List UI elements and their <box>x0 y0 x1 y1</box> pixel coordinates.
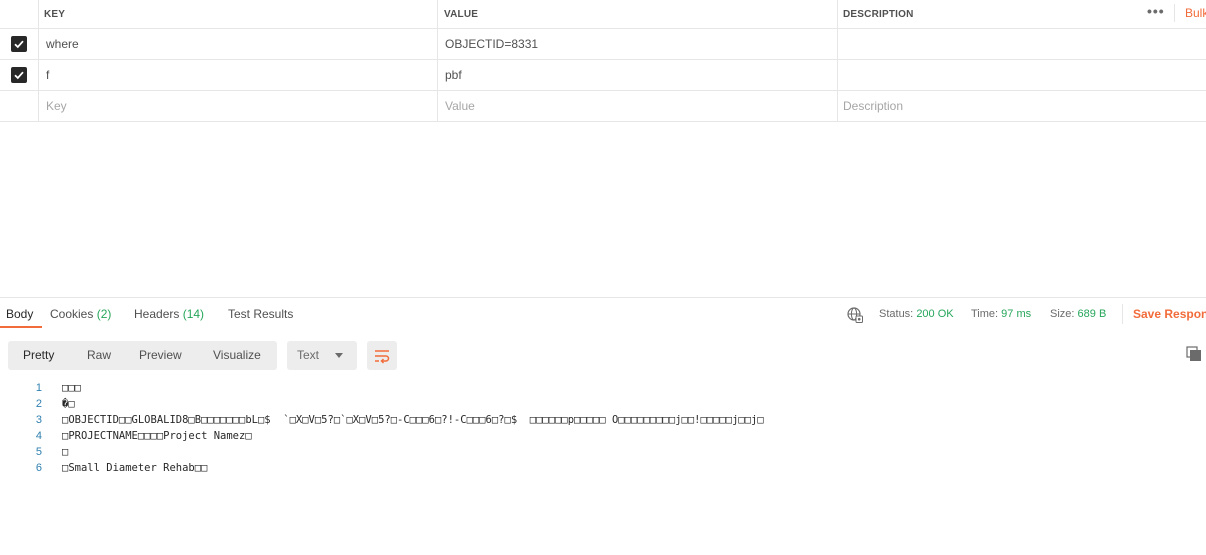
line-content: □PROJECTNAME□□□□Project Namez□ <box>62 430 252 442</box>
param-key-input[interactable]: f <box>39 60 438 90</box>
line-content: □Small Diameter Rehab□□ <box>62 462 208 474</box>
param-checkbox[interactable] <box>11 36 27 52</box>
param-checkbox[interactable] <box>11 67 27 83</box>
code-line: 5 □ <box>0 444 1206 460</box>
tab-test-results[interactable]: Test Results <box>228 307 293 321</box>
param-value-input[interactable]: pbf <box>438 60 838 90</box>
format-select[interactable]: Text <box>287 341 357 370</box>
code-line: 3 □OBJECTID□□GLOBALID8□B□□□□□□□bL□$ `□X□… <box>0 412 1206 428</box>
line-content: □□□ <box>62 382 81 394</box>
header-value: VALUE <box>438 0 838 28</box>
line-content: □ <box>62 446 69 458</box>
time-value[interactable]: 97 ms <box>1001 308 1031 320</box>
mode-preview[interactable]: Preview <box>139 348 182 362</box>
header-key: KEY <box>39 0 438 28</box>
param-key-input[interactable]: where <box>39 29 438 59</box>
line-number: 2 <box>35 398 42 410</box>
time-readout: Time: 97 ms <box>971 308 1032 320</box>
new-description-input[interactable]: Description <box>838 91 1206 121</box>
wrap-lines-icon <box>375 349 390 364</box>
code-line: 1 □□□ <box>0 380 1206 396</box>
tab-body[interactable]: Body <box>6 307 33 321</box>
header-check-cell <box>0 0 39 28</box>
code-line: 4 □PROJECTNAME□□□□Project Namez□ <box>0 428 1206 444</box>
param-value-input[interactable]: OBJECTID=8331 <box>438 29 838 59</box>
code-line: 2 �□ <box>0 396 1206 412</box>
bulk-edit-link[interactable]: Bulk <box>1185 6 1206 20</box>
param-row: f pbf <box>0 60 1206 91</box>
line-number: 6 <box>35 462 42 474</box>
active-tab-indicator <box>0 326 42 328</box>
mode-visualize[interactable]: Visualize <box>213 348 261 362</box>
line-number: 3 <box>35 414 42 426</box>
view-mode-switcher: Pretty Raw Preview Visualize <box>8 341 277 370</box>
param-description-input[interactable] <box>838 60 1206 90</box>
params-header-row: KEY VALUE DESCRIPTION ••• Bulk <box>0 0 1206 29</box>
divider <box>1174 4 1175 22</box>
line-number: 1 <box>35 382 42 394</box>
new-value-input[interactable]: Value <box>438 91 838 121</box>
params-table: KEY VALUE DESCRIPTION ••• Bulk where OBJ… <box>0 0 1206 122</box>
status-value[interactable]: 200 OK <box>916 308 953 320</box>
more-horizontal-icon[interactable]: ••• <box>1147 3 1165 19</box>
line-number: 5 <box>35 446 42 458</box>
size-value[interactable]: 689 B <box>1078 308 1107 320</box>
line-number: 4 <box>35 430 42 442</box>
response-tab-bar: Body Cookies (2) Headers (14) Test Resul… <box>0 297 1206 330</box>
size-readout: Size: 689 B <box>1050 308 1107 320</box>
line-content: �□ <box>62 398 75 410</box>
tab-cookies[interactable]: Cookies (2) <box>50 307 111 321</box>
divider <box>1122 304 1123 324</box>
line-content: □OBJECTID□□GLOBALID8□B□□□□□□□bL□$ `□X□V□… <box>62 414 764 426</box>
tab-headers[interactable]: Headers (14) <box>134 307 204 321</box>
cookies-count: (2) <box>96 307 112 321</box>
wrap-lines-button[interactable] <box>367 341 397 370</box>
code-line: 6 □Small Diameter Rehab□□ <box>0 460 1206 476</box>
param-row: where OBJECTID=8331 <box>0 29 1206 60</box>
copy-icon[interactable] <box>1186 346 1202 362</box>
response-body[interactable]: 1 □□□ 2 �□ 3 □OBJECTID□□GLOBALID8□B□□□□□… <box>0 380 1206 476</box>
format-value: Text <box>297 348 320 362</box>
chevron-down-icon <box>335 353 343 358</box>
globe-icon[interactable] <box>847 307 863 323</box>
headers-count: (14) <box>182 307 205 321</box>
param-description-input[interactable] <box>838 29 1206 59</box>
status-readout: Status: 200 OK <box>879 308 954 320</box>
new-key-input[interactable]: Key <box>39 91 438 121</box>
save-response-button[interactable]: Save Respon <box>1133 307 1206 321</box>
check-icon <box>14 40 24 49</box>
mode-pretty[interactable]: Pretty <box>23 348 54 362</box>
check-icon <box>14 71 24 80</box>
mode-raw[interactable]: Raw <box>87 348 111 362</box>
param-new-row: Key Value Description <box>0 91 1206 122</box>
